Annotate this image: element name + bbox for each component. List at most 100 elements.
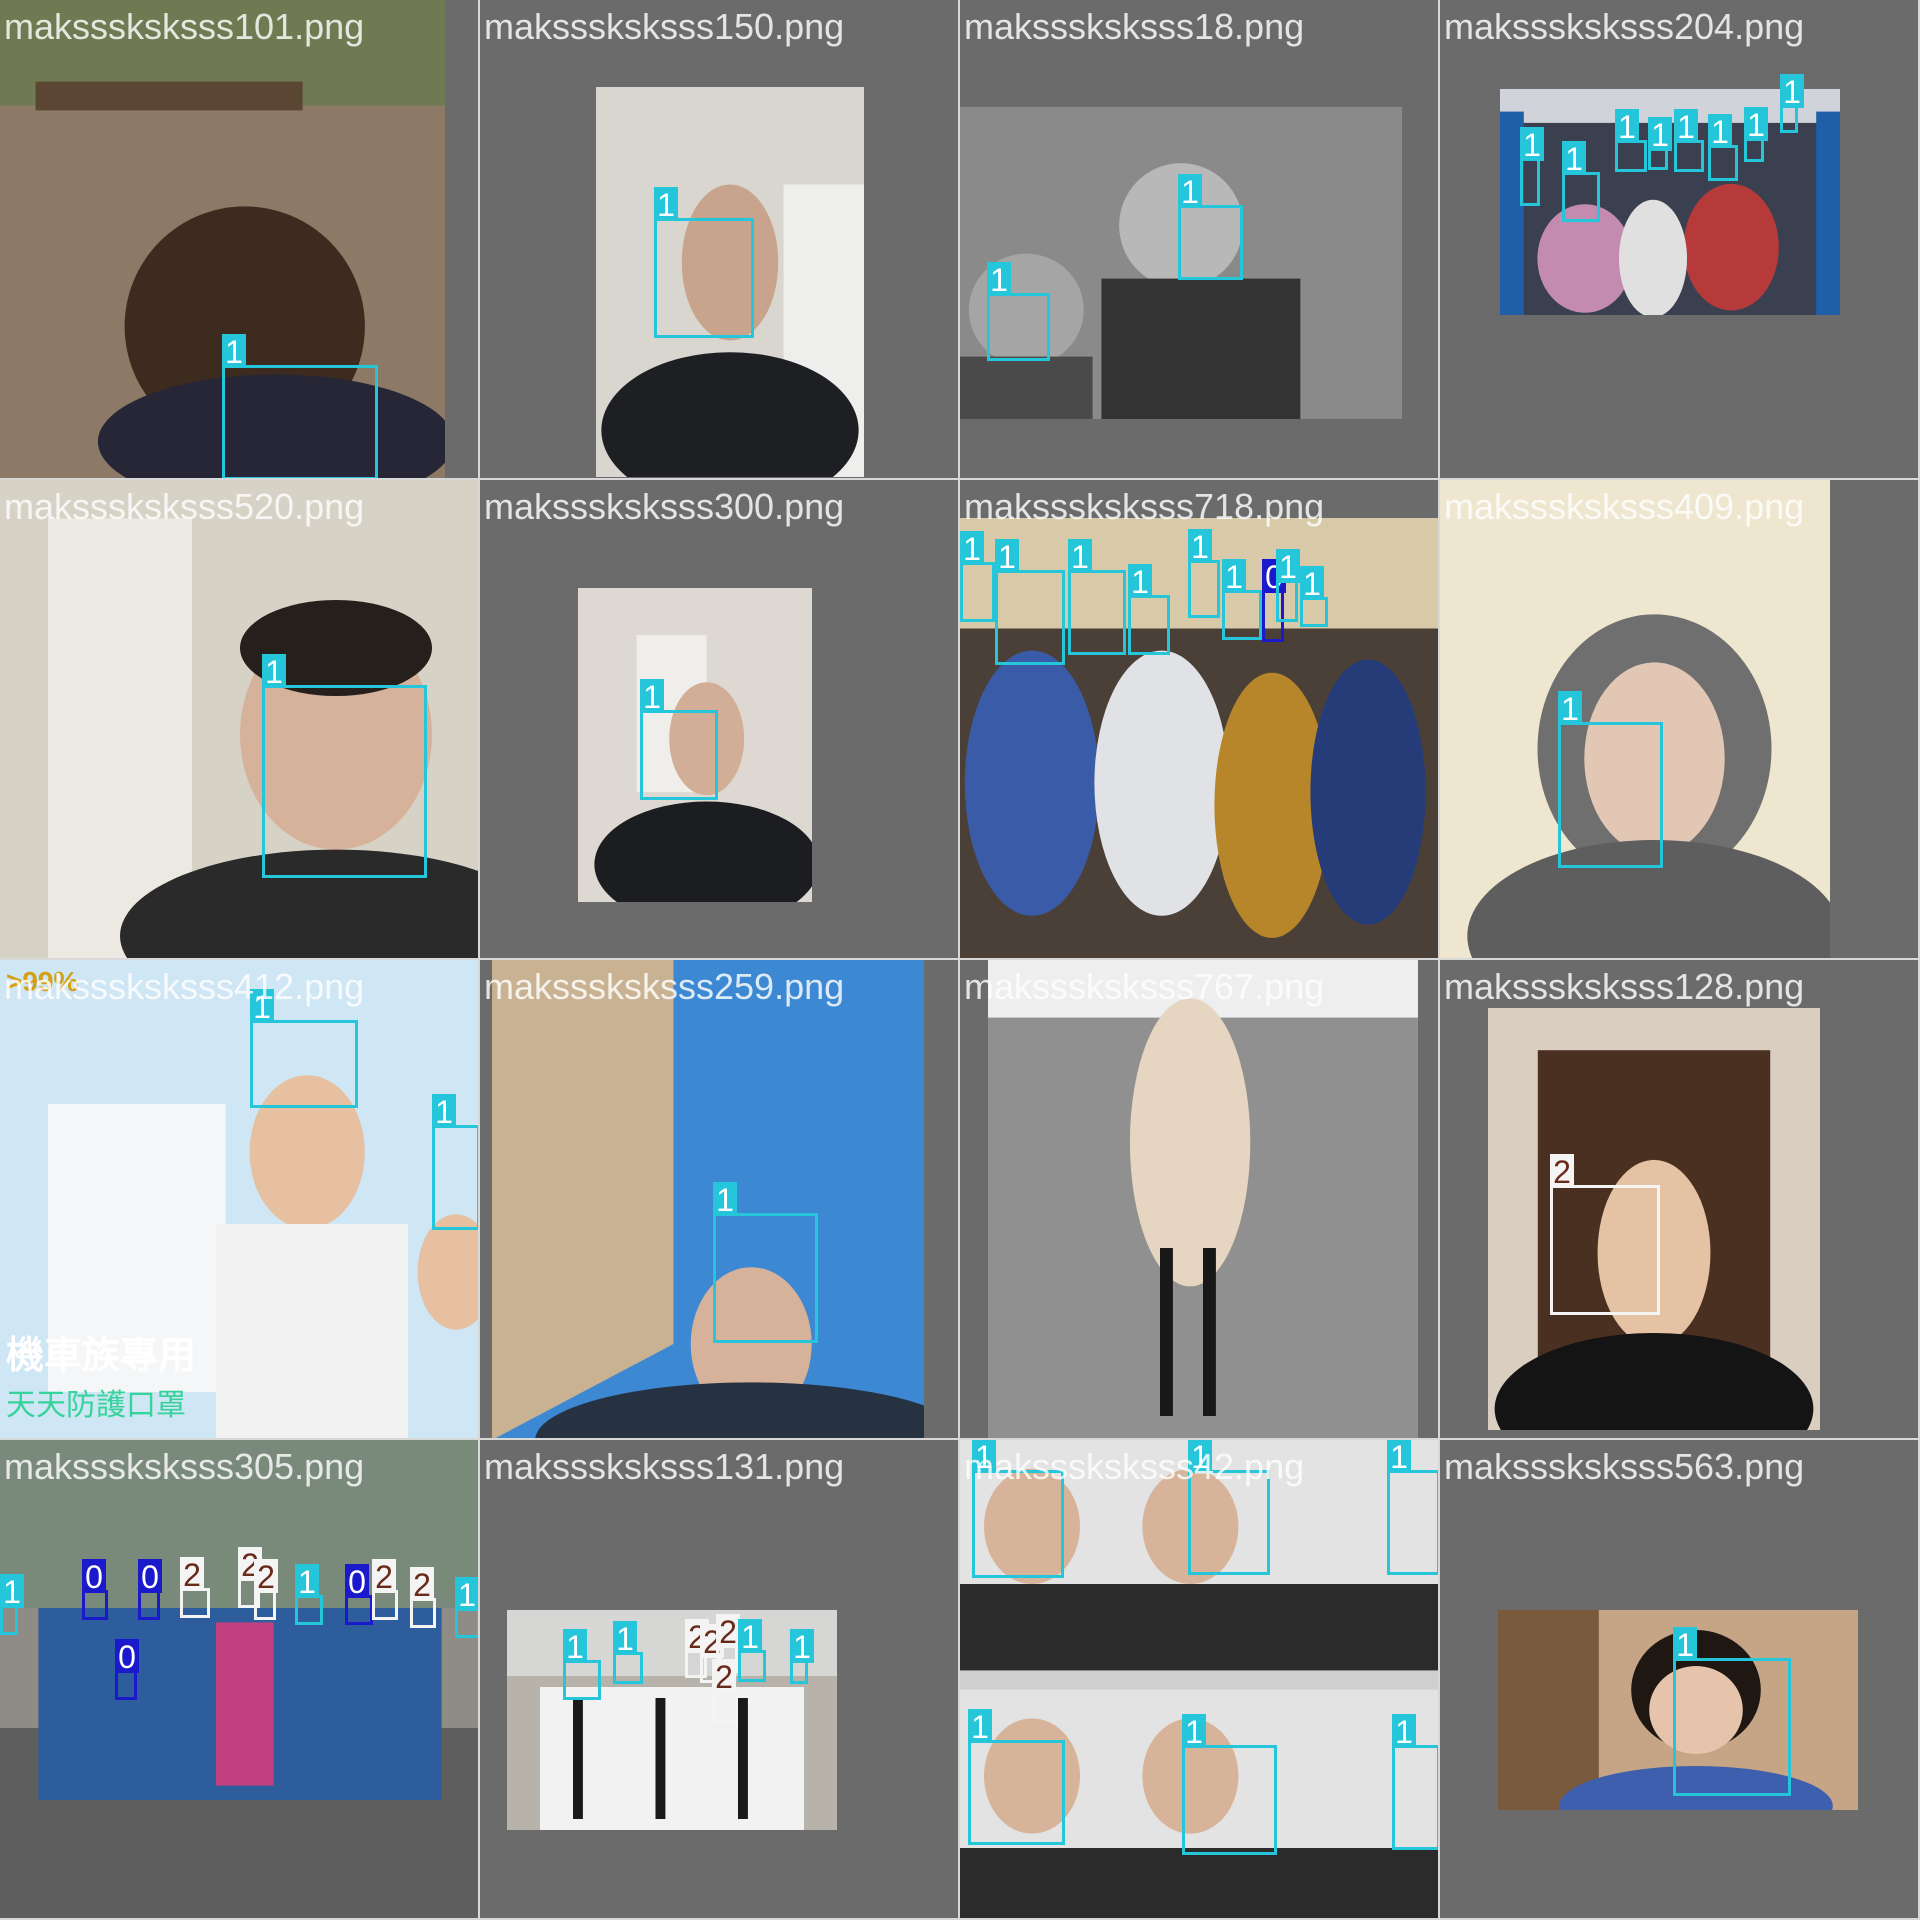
detection-label: 2	[410, 1567, 434, 1603]
prediction-grid: maksssksksss101.png 1 maksssksksss150.png…	[0, 0, 1920, 1920]
detection-label: 1	[1068, 539, 1092, 575]
advert-product: 天天防護口罩	[6, 1389, 186, 1422]
detection-label: 1	[972, 1440, 996, 1475]
image-filename: maksssksksss18.png	[964, 6, 1305, 47]
image-tile[interactable]: maksssksksss128.png 2	[1440, 960, 1920, 1440]
detection-label: 0	[115, 1639, 139, 1675]
detection-box: 1	[455, 1577, 478, 1638]
detection-label: 1	[738, 1619, 762, 1655]
detection-box: 1	[1615, 109, 1647, 172]
detection-box: 1	[1300, 566, 1328, 627]
detection-box: 1	[0, 1574, 24, 1635]
detection-label: 1	[654, 187, 678, 223]
detection-label: 1	[995, 539, 1019, 575]
image-filename: maksssksksss128.png	[1444, 966, 1805, 1007]
image-tile[interactable]: maksssksksss520.png 1	[0, 480, 480, 960]
detection-label: 1	[1780, 74, 1804, 110]
image-tile[interactable]: maksssksksss305.png 1 0 0 2 2 2 1 0 2 2 1 0	[0, 1440, 480, 1920]
detection-box: 1	[1222, 559, 1262, 640]
detection-label: 0	[138, 1559, 162, 1595]
detection-box: 1	[972, 1440, 1064, 1578]
detection-label: 1	[1188, 1440, 1212, 1475]
detection-box: 2	[1550, 1154, 1660, 1315]
detection-label: 1	[1222, 559, 1246, 595]
detection-label: 2	[180, 1557, 204, 1593]
detection-box: 1	[1744, 107, 1768, 162]
detection-box: 0	[115, 1639, 139, 1700]
detection-label: 1	[1188, 529, 1212, 565]
detection-box: 2	[712, 1659, 738, 1722]
detection-box: 1	[295, 1564, 323, 1625]
detection-label: 1	[1392, 1714, 1416, 1750]
image-filename: maksssksksss150.png	[484, 6, 845, 47]
image-tile[interactable]: maksssksksss412.png >99% 機車族專用 天天防護口罩 1 1	[0, 960, 480, 1440]
detection-box: 1	[1558, 691, 1663, 868]
image-tile[interactable]: maksssksksss718.png 1 1 1 1 1 1 0 1 1	[960, 480, 1440, 960]
image-tile[interactable]: maksssksksss259.png 1	[480, 960, 960, 1440]
detection-box: 1	[1128, 564, 1170, 655]
detection-label: 1	[1300, 566, 1324, 602]
detection-label: 2	[712, 1659, 736, 1695]
detection-label: 1	[222, 334, 246, 370]
detection-box: 1	[738, 1619, 766, 1682]
detection-label: 1	[1673, 1627, 1697, 1663]
detection-box: 1	[960, 531, 995, 622]
photo	[507, 1610, 837, 1830]
image-tile[interactable]: maksssksksss101.png 1	[0, 0, 480, 480]
detection-box: 1	[640, 679, 718, 800]
detection-label: 1	[1182, 1714, 1206, 1750]
detection-label: 1	[1128, 564, 1152, 600]
image-tile[interactable]: maksssksksss563.png 1	[1440, 1440, 1920, 1920]
photo	[1440, 480, 1830, 958]
detection-label: 1	[1708, 114, 1732, 150]
advert-slogan: 機車族專用	[6, 1335, 197, 1377]
detection-box: 1	[1392, 1714, 1438, 1850]
detection-label: 1	[1387, 1440, 1411, 1475]
detection-box: 1	[1182, 1714, 1277, 1855]
detection-box: 1	[790, 1629, 814, 1684]
detection-label: 1	[1648, 117, 1672, 153]
detection-label: 1	[790, 1629, 814, 1665]
detection-box: 2	[254, 1559, 278, 1620]
detection-box: 1	[1673, 1627, 1791, 1796]
image-tile[interactable]: maksssksksss204.png 1 1 1 1 1 1 1 1	[1440, 0, 1920, 480]
image-tile[interactable]: maksssksksss150.png 1	[480, 0, 960, 480]
detection-box: 1	[1562, 141, 1600, 222]
detection-box: 1	[987, 262, 1050, 361]
image-tile[interactable]: maksssksksss409.png 1	[1440, 480, 1920, 960]
detection-box: 1	[654, 187, 754, 338]
detection-label: 1	[1562, 141, 1586, 177]
detection-label: 2	[254, 1559, 278, 1595]
detection-box: 1	[1674, 109, 1704, 172]
detection-box: 0	[82, 1559, 108, 1620]
detection-box: 1	[1188, 529, 1220, 618]
image-tile[interactable]: maksssksksss300.png 1	[480, 480, 960, 960]
detection-label: 2	[372, 1559, 396, 1595]
detection-label: 1	[1674, 109, 1698, 145]
photo	[0, 1440, 478, 1918]
detection-label: 1	[455, 1577, 478, 1613]
detection-label: 1	[1558, 691, 1582, 727]
detection-box: 1	[1387, 1440, 1438, 1575]
image-tile[interactable]: maksssksksss767.png	[960, 960, 1440, 1440]
detection-label: 1	[262, 654, 286, 690]
detection-label: 1	[1615, 109, 1639, 145]
detection-box: 1	[968, 1709, 1065, 1845]
detection-box: 1	[713, 1182, 818, 1343]
image-tile[interactable]: maksssksksss131.png 1 1 2 2 2 1 1 2	[480, 1440, 960, 1920]
detection-label: 1	[295, 1564, 319, 1600]
image-filename: maksssksksss204.png	[1444, 6, 1805, 47]
detection-label: 1	[563, 1629, 587, 1665]
image-tile[interactable]: maksssksksss18.png 1 1	[960, 0, 1440, 480]
detection-box: 2	[372, 1559, 398, 1620]
detection-box: 0	[138, 1559, 162, 1620]
detection-label: 1	[1178, 174, 1202, 210]
detection-label: 1	[1520, 127, 1544, 163]
image-tile[interactable]: maksssksksss42.png 1 1 1 1 1 1	[960, 1440, 1440, 1920]
detection-box: 1	[995, 539, 1065, 665]
detection-box: 1	[1276, 549, 1300, 622]
detection-label: 1	[960, 531, 984, 567]
detection-label: 1	[1744, 107, 1768, 143]
detection-box: 1	[262, 654, 427, 878]
detection-label: 2	[716, 1614, 740, 1650]
